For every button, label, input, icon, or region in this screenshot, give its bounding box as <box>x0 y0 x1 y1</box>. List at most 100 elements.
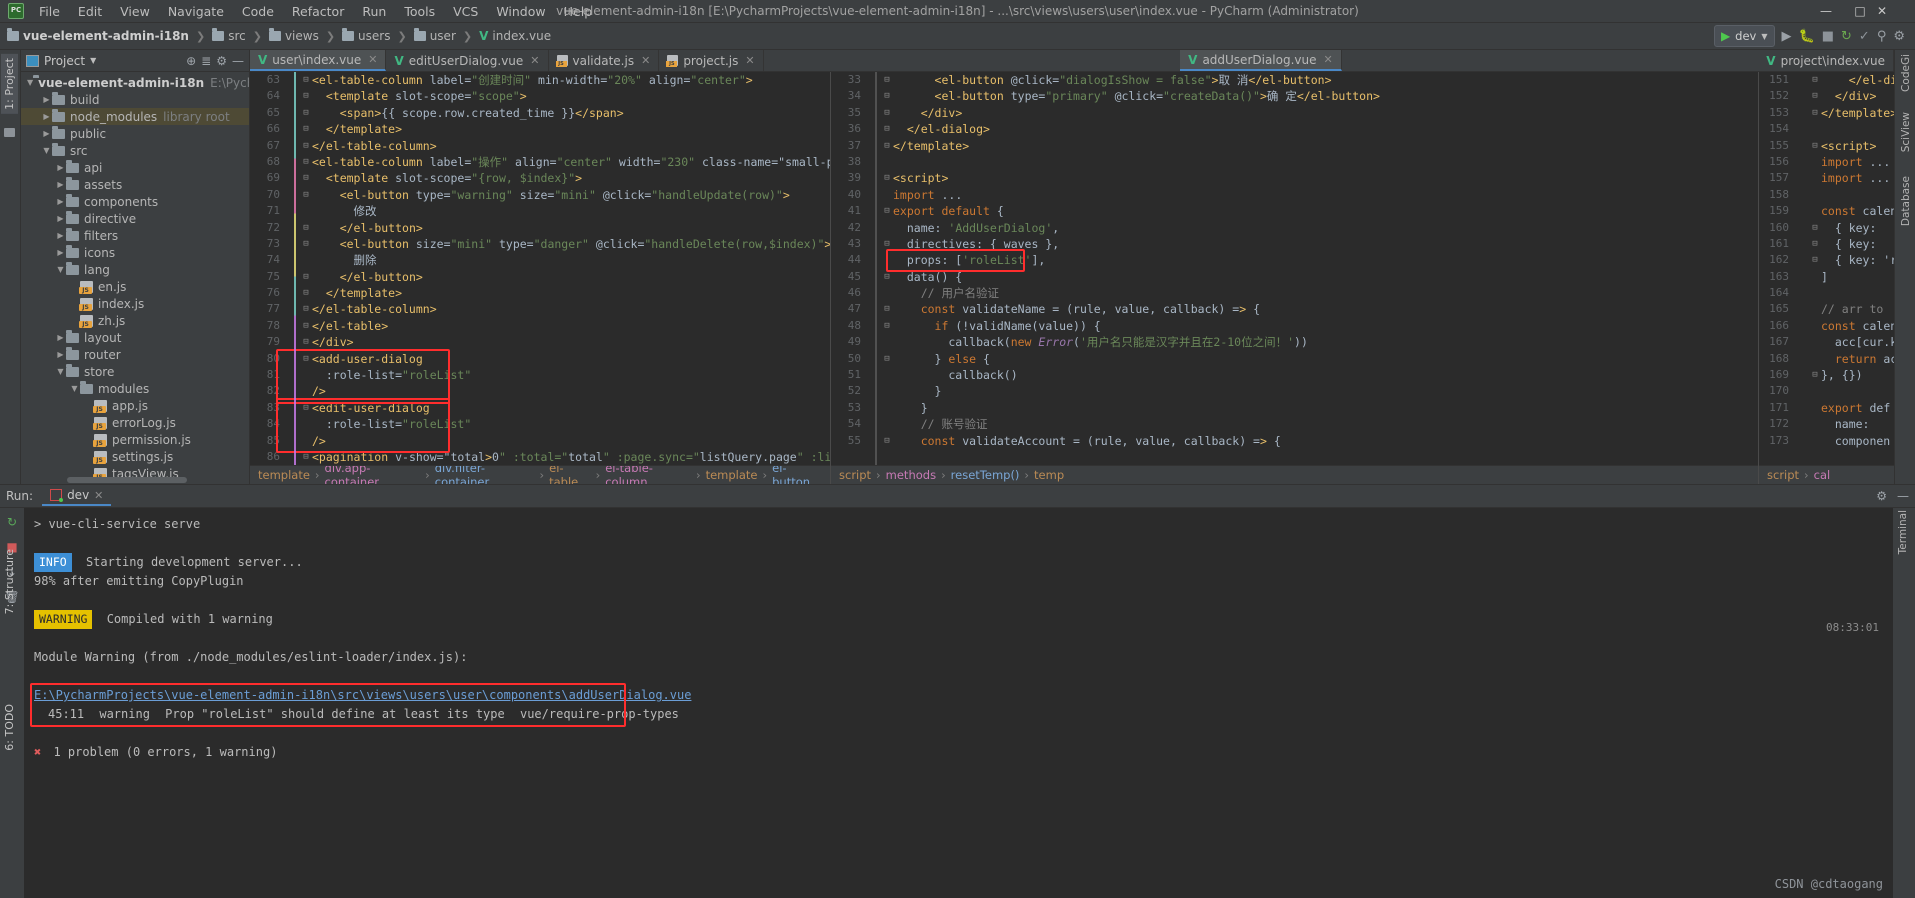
fold-marker[interactable]: ⊟ <box>300 138 312 154</box>
breadcrumb-item-file[interactable]: V index.vue <box>476 28 554 44</box>
locate-icon[interactable]: ⊕ <box>186 54 196 68</box>
chevron-right-icon[interactable]: ▶ <box>41 112 52 121</box>
chevron-right-icon[interactable]: ▶ <box>55 214 66 223</box>
tree-item[interactable]: ▶zh.js <box>21 312 249 329</box>
fold-marker[interactable]: ⊟ <box>300 187 312 203</box>
close-icon[interactable]: ✕ <box>530 54 539 67</box>
close-icon[interactable]: ✕ <box>641 54 650 67</box>
tree-item[interactable]: ▼ vue-element-admin-i18n E:\PycharmPr <box>21 74 249 91</box>
fold-marker[interactable]: ⊟ <box>1809 252 1821 268</box>
close-icon[interactable]: ✕ <box>368 53 377 66</box>
tool-tab-codegi[interactable]: CodeGi <box>1900 54 1912 92</box>
tool-tab-database[interactable]: Database <box>1900 176 1912 226</box>
tree-item[interactable]: ▶ api <box>21 159 249 176</box>
tree-item[interactable]: ▼ lang <box>21 261 249 278</box>
editor-breadcrumb-item[interactable]: template <box>706 468 758 482</box>
minimize-icon[interactable]: — <box>232 54 244 68</box>
git-update-icon[interactable]: ↻ <box>1841 29 1852 44</box>
search-icon[interactable]: ⚲ <box>1877 29 1887 44</box>
fold-marker[interactable]: ⊟ <box>881 203 893 219</box>
chevron-right-icon[interactable]: ▶ <box>55 180 66 189</box>
menu-item-view[interactable]: View <box>111 2 159 21</box>
fold-marker[interactable]: ⊟ <box>1809 105 1821 121</box>
menu-item-window[interactable]: Window <box>487 2 554 21</box>
editor-tab-editUserDialog-vue[interactable]: V editUserDialog.vue ✕ <box>386 50 549 71</box>
tool-tab-terminal[interactable]: Terminal <box>1897 510 1909 554</box>
fold-marker[interactable]: ⊟ <box>1809 236 1821 252</box>
tree-item[interactable]: ▶ directive <box>21 210 249 227</box>
tree-item[interactable]: ▶errorLog.js <box>21 414 249 431</box>
editor-breadcrumb-item[interactable]: el-table <box>549 466 590 484</box>
fold-marker[interactable]: ⊟ <box>300 301 312 317</box>
fold-marker[interactable]: ⊟ <box>1809 72 1821 88</box>
breadcrumb-item-views[interactable]: views <box>266 28 322 44</box>
tree-item[interactable]: ▼ modules <box>21 380 249 397</box>
fold-marker[interactable]: ⊟ <box>300 170 312 186</box>
menu-item-code[interactable]: Code <box>233 2 283 21</box>
editor-breadcrumb-item[interactable]: el-button <box>772 466 822 484</box>
run-console[interactable]: > vue-cli-service serve INFO Starting de… <box>24 508 1893 898</box>
fold-marker[interactable]: ⊟ <box>1809 88 1821 104</box>
editor-breadcrumb-item[interactable]: script <box>839 468 871 482</box>
menu-item-vcs[interactable]: VCS <box>444 2 487 21</box>
chevron-right-icon[interactable]: ▶ <box>55 333 66 342</box>
gear-icon[interactable]: ⚙ <box>1876 489 1887 503</box>
breadcrumb-item-users[interactable]: users <box>339 28 393 44</box>
chevron-down-icon[interactable]: ▼ <box>69 384 80 393</box>
chevron-down-icon[interactable]: ▼ <box>55 367 66 376</box>
editor-tab-project-js[interactable]: project.js ✕ <box>659 50 764 71</box>
close-icon[interactable]: ✕ <box>94 489 103 502</box>
editor-breadcrumb-item[interactable]: temp <box>1034 468 1064 482</box>
chevron-down-icon[interactable]: ▼ <box>27 78 33 87</box>
fold-marker[interactable]: ⊟ <box>881 269 893 285</box>
project-file-tree[interactable]: ▼ vue-element-admin-i18n E:\PycharmPr ▶ buil… <box>21 72 249 484</box>
git-commit-icon[interactable]: ✓ <box>1859 29 1870 44</box>
tree-item[interactable]: ▶ filters <box>21 227 249 244</box>
close-button[interactable]: ✕ <box>1877 1 1911 22</box>
chevron-right-icon[interactable]: ▶ <box>41 95 52 104</box>
chevron-down-icon[interactable]: ▼ <box>41 146 52 155</box>
menu-item-refactor[interactable]: Refactor <box>283 2 353 21</box>
fold-marker[interactable]: ⊟ <box>1809 138 1821 154</box>
menu-item-help[interactable]: Help <box>555 2 602 21</box>
code-editor-left[interactable]: 63 ⊟ <el-table-column label="创建时间" min-wid… <box>250 72 830 465</box>
editor-tab-user-index-vue[interactable]: V user\index.vue ✕ <box>250 50 387 71</box>
fold-marker[interactable]: ⊟ <box>300 285 312 301</box>
tree-item[interactable]: ▶ router <box>21 346 249 363</box>
fold-marker[interactable]: ⊟ <box>300 121 312 137</box>
fold-marker[interactable]: ⊟ <box>300 220 312 236</box>
tree-item[interactable]: ▶permission.js <box>21 431 249 448</box>
fold-marker[interactable]: ⊟ <box>881 138 893 154</box>
chevron-right-icon[interactable]: ▶ <box>55 197 66 206</box>
chevron-down-icon[interactable]: ▼ <box>90 56 96 65</box>
breadcrumb-item-project[interactable]: vue-element-admin-i18n <box>4 28 192 44</box>
tree-item[interactable]: ▶ layout <box>21 329 249 346</box>
tree-item[interactable]: ▶ node_modules library root <box>21 108 249 125</box>
menu-item-edit[interactable]: Edit <box>69 2 111 21</box>
run-button[interactable]: ▶ <box>1782 29 1792 44</box>
menu-item-navigate[interactable]: Navigate <box>159 2 233 21</box>
tree-item[interactable]: ▶en.js <box>21 278 249 295</box>
rerun-icon[interactable]: ↻ <box>7 515 17 529</box>
collapse-all-icon[interactable]: ≣ <box>201 54 211 68</box>
tree-item[interactable]: ▶ build <box>21 91 249 108</box>
fold-marker[interactable]: ⊟ <box>881 170 893 186</box>
close-icon[interactable]: ✕ <box>745 54 754 67</box>
close-icon[interactable]: ✕ <box>1324 53 1333 66</box>
tree-item[interactable]: ▶settings.js <box>21 448 249 465</box>
menu-item-file[interactable]: File <box>30 2 69 21</box>
editor-breadcrumb-item[interactable]: div.app-container <box>325 466 421 484</box>
gear-icon[interactable]: ⚙ <box>216 54 227 68</box>
fold-marker[interactable]: ⊟ <box>300 318 312 334</box>
editor-tab-validate-js[interactable]: validate.js ✕ <box>549 50 660 71</box>
editor-breadcrumb-item[interactable]: cal <box>1814 468 1831 482</box>
fold-marker[interactable]: ⊟ <box>1809 220 1821 236</box>
minimize-icon[interactable]: — <box>1897 489 1909 503</box>
editor-breadcrumb-item[interactable]: el-table-column <box>605 466 691 484</box>
fold-marker[interactable]: ⊟ <box>881 236 893 252</box>
editor-tab-project-index-vue[interactable]: V project\index.vue <box>1758 50 1895 71</box>
fold-marker[interactable]: ⊟ <box>300 351 312 367</box>
tool-tab-project[interactable]: 1: Project <box>1 54 18 114</box>
fold-marker[interactable]: ⊟ <box>881 88 893 104</box>
fold-marker[interactable]: ⊟ <box>881 72 893 88</box>
